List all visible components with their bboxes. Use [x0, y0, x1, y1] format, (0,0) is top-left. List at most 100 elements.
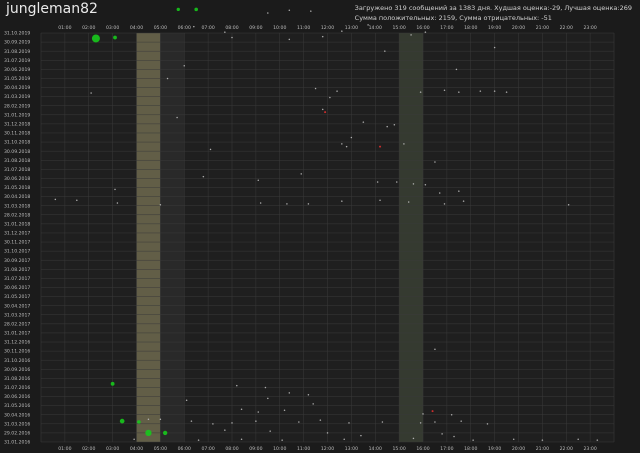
y-tick-label: 31.05.2016	[4, 403, 30, 409]
x-tick-label-top: 11:00	[297, 25, 310, 31]
data-point	[321, 35, 324, 38]
x-tick-label-bottom: 07:00	[202, 446, 215, 452]
data-point	[224, 31, 226, 33]
y-tick-label: 30.04.2018	[4, 194, 30, 200]
data-point	[486, 423, 489, 425]
data-point	[190, 420, 193, 422]
x-tick-label-bottom: 06:00	[178, 446, 191, 452]
data-point	[458, 190, 460, 192]
data-point	[267, 397, 269, 400]
y-tick-label: 31.10.2017	[4, 249, 30, 255]
x-tick-label-top: 21:00	[536, 25, 549, 31]
x-tick-label-bottom: 19:00	[488, 446, 501, 452]
data-point	[350, 136, 353, 139]
y-tick-label: 31.05.2019	[4, 76, 30, 82]
data-point	[231, 422, 233, 424]
y-tick-label: 28.02.2018	[4, 212, 30, 218]
x-tick-label-bottom: 22:00	[560, 446, 573, 452]
data-point	[326, 432, 329, 434]
data-point	[407, 201, 410, 203]
data-point	[341, 200, 343, 202]
y-tick-label: 31.08.2017	[4, 267, 30, 273]
y-tick-label: 31.05.2017	[4, 294, 30, 300]
data-point	[224, 429, 226, 431]
data-point	[419, 422, 422, 424]
data-point	[240, 438, 243, 441]
y-tick-label: 30.09.2016	[4, 367, 30, 373]
data-point	[194, 7, 198, 12]
data-point	[162, 430, 168, 436]
x-tick-label-bottom: 08:00	[225, 446, 238, 452]
data-point	[424, 31, 427, 33]
chart-window: jungleman82 Загружено 319 сообщений за 1…	[0, 0, 640, 453]
data-point	[479, 90, 482, 92]
data-point	[298, 421, 300, 423]
y-tick-label: 30.06.2018	[4, 176, 30, 182]
data-point	[264, 386, 267, 389]
data-point	[76, 199, 78, 201]
x-tick-label-bottom: 01:00	[58, 446, 71, 452]
x-tick-label-top: 10:00	[273, 25, 286, 31]
y-tick-label: 31.05.2018	[4, 185, 30, 191]
data-point	[281, 439, 283, 441]
data-point	[541, 439, 544, 441]
x-tick-label-top: 01:00	[58, 25, 71, 31]
data-point	[341, 143, 343, 145]
x-tick-label-bottom: 05:00	[154, 446, 167, 452]
data-point	[321, 108, 324, 111]
y-tick-label: 31.03.2016	[4, 421, 30, 427]
y-tick-label: 30.11.2016	[4, 349, 30, 355]
activity-scatter-chart: 31.10.2019 30.09.2019 31.08.2019 31.07.2019…	[4, 7, 615, 452]
y-tick-label: 29.02.2016	[4, 431, 30, 437]
x-tick-label-bottom: 17:00	[440, 446, 453, 452]
data-point	[183, 64, 185, 67]
y-tick-label: 31.07.2017	[4, 276, 30, 282]
x-tick-label-bottom: 04:00	[130, 446, 143, 452]
data-point	[434, 161, 436, 163]
data-point	[434, 348, 436, 351]
x-tick-label-bottom: 20:00	[512, 446, 525, 452]
data-point	[343, 438, 345, 441]
data-point	[119, 418, 125, 424]
y-tick-label: 31.03.2017	[4, 312, 30, 318]
data-point	[462, 200, 465, 202]
y-tick-label: 31.12.2016	[4, 340, 30, 346]
data-point	[133, 438, 135, 441]
y-tick-label: 31.01.2017	[4, 331, 30, 337]
data-point	[176, 116, 178, 119]
data-point	[209, 148, 212, 151]
x-tick-label-bottom: 03:00	[106, 446, 119, 452]
data-point	[348, 422, 350, 424]
y-tick-label: 31.08.2019	[4, 49, 30, 55]
data-point	[395, 181, 398, 183]
y-tick-label: 30.04.2017	[4, 303, 30, 309]
data-point	[159, 204, 162, 206]
data-point	[453, 435, 455, 438]
data-point	[345, 145, 348, 148]
data-point	[441, 433, 443, 435]
data-point	[443, 89, 446, 92]
data-point	[596, 439, 599, 441]
x-tick-label-top: 02:00	[82, 25, 95, 31]
hour-band-0	[136, 33, 161, 442]
data-point	[176, 7, 180, 12]
x-tick-label-top: 22:00	[560, 25, 573, 31]
data-point	[376, 181, 379, 183]
x-tick-label-top: 19:00	[488, 25, 501, 31]
data-point	[110, 381, 115, 386]
data-point	[166, 77, 169, 80]
y-tick-label: 31.10.2018	[4, 140, 30, 146]
data-point	[567, 204, 570, 206]
y-tick-label: 31.12.2018	[4, 121, 30, 127]
y-tick-label: 31.01.2018	[4, 221, 30, 227]
data-point	[493, 46, 496, 49]
y-tick-label: 31.03.2018	[4, 203, 30, 209]
data-point	[267, 12, 269, 14]
data-point	[236, 384, 238, 387]
x-tick-label-top: 03:00	[106, 25, 119, 31]
data-point	[329, 96, 331, 99]
data-point	[379, 145, 382, 148]
y-tick-label: 30.04.2016	[4, 412, 30, 418]
x-tick-label-top: 14:00	[369, 25, 382, 31]
y-tick-label: 30.04.2019	[4, 85, 30, 91]
